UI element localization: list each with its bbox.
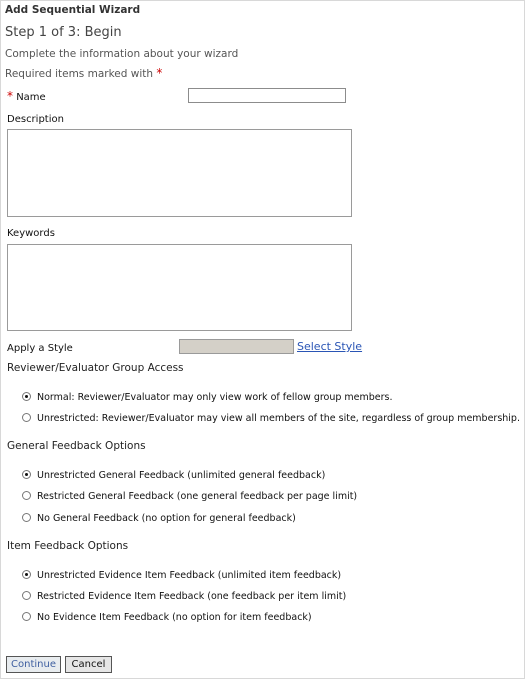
required-star-icon: * bbox=[156, 66, 163, 80]
keywords-label: Keywords bbox=[7, 228, 55, 239]
continue-button[interactable]: Continue bbox=[6, 656, 61, 673]
general-feedback-restricted-label: Restricted General Feedback (one general… bbox=[37, 491, 358, 502]
description-textarea[interactable] bbox=[7, 129, 352, 217]
instructions-text: Complete the information about your wiza… bbox=[5, 48, 239, 60]
required-note: Required items marked with * bbox=[5, 66, 162, 80]
group-access-unrestricted-radio[interactable] bbox=[22, 413, 31, 422]
group-access-normal-radio[interactable] bbox=[22, 392, 31, 401]
step-title: Step 1 of 3: Begin bbox=[5, 25, 122, 40]
general-feedback-unrestricted-label: Unrestricted General Feedback (unlimited… bbox=[37, 470, 326, 481]
name-label-text: Name bbox=[16, 92, 46, 103]
general-feedback-none-label: No General Feedback (no option for gener… bbox=[37, 513, 296, 524]
group-access-heading: Reviewer/Evaluator Group Access bbox=[7, 362, 184, 374]
item-feedback-restricted-radio[interactable] bbox=[22, 591, 31, 600]
item-feedback-none-label: No Evidence Item Feedback (no option for… bbox=[37, 612, 312, 623]
item-feedback-none-radio[interactable] bbox=[22, 612, 31, 621]
group-access-unrestricted-label: Unrestricted: Reviewer/Evaluator may vie… bbox=[37, 413, 520, 424]
item-feedback-unrestricted-label: Unrestricted Evidence Item Feedback (unl… bbox=[37, 570, 342, 581]
name-label: * Name bbox=[7, 89, 46, 103]
page-title: Add Sequential Wizard bbox=[5, 4, 141, 16]
required-star-icon: * bbox=[7, 89, 13, 103]
select-style-link[interactable]: Select Style bbox=[297, 340, 362, 353]
item-feedback-heading: Item Feedback Options bbox=[7, 540, 129, 552]
required-note-text: Required items marked with bbox=[5, 68, 154, 80]
general-feedback-none-radio[interactable] bbox=[22, 513, 31, 522]
group-access-normal-label: Normal: Reviewer/Evaluator may only view… bbox=[37, 392, 393, 403]
item-feedback-unrestricted-radio[interactable] bbox=[22, 570, 31, 579]
name-input[interactable] bbox=[188, 88, 346, 103]
style-label: Apply a Style bbox=[7, 343, 73, 354]
keywords-textarea[interactable] bbox=[7, 244, 352, 331]
item-feedback-restricted-label: Restricted Evidence Item Feedback (one f… bbox=[37, 591, 347, 602]
general-feedback-unrestricted-radio[interactable] bbox=[22, 470, 31, 479]
description-label: Description bbox=[7, 114, 64, 125]
general-feedback-heading: General Feedback Options bbox=[7, 440, 146, 452]
cancel-button[interactable]: Cancel bbox=[65, 656, 112, 673]
style-display-field bbox=[179, 339, 294, 354]
general-feedback-restricted-radio[interactable] bbox=[22, 491, 31, 500]
